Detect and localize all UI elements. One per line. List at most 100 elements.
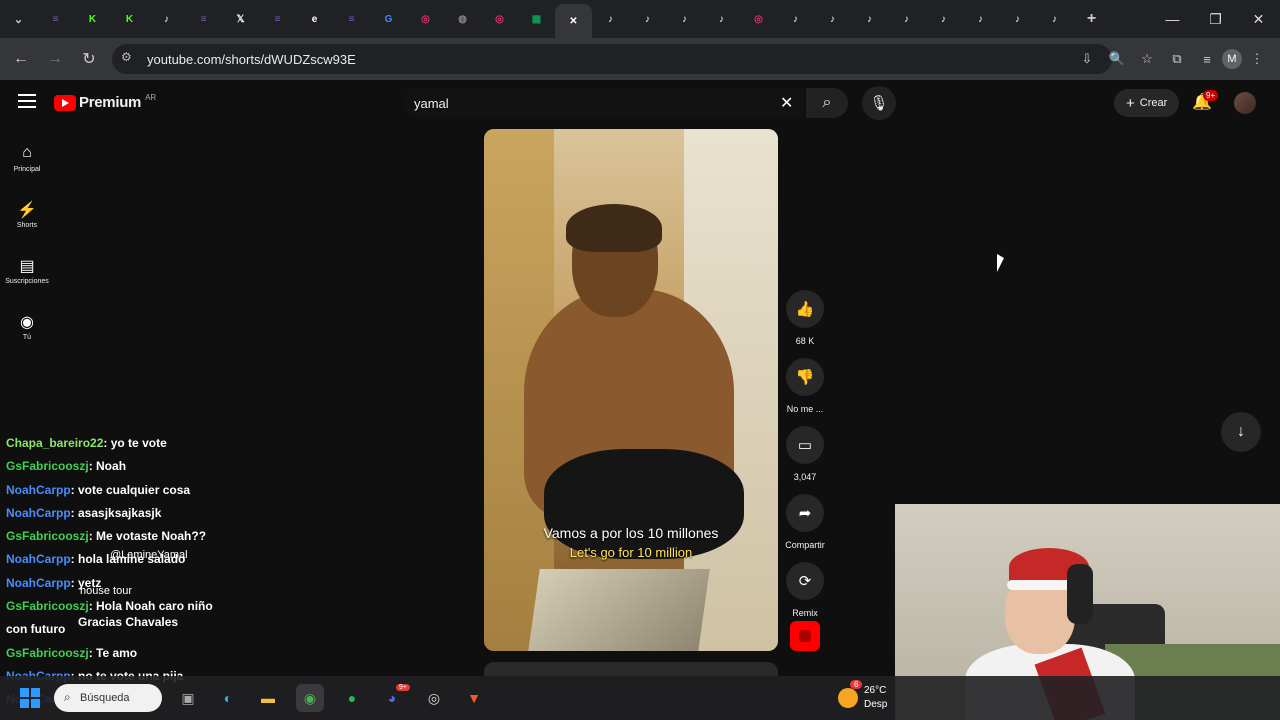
- spotify-icon[interactable]: ●: [338, 684, 366, 712]
- remix-action: ⟳ Remix: [782, 562, 828, 618]
- media-control-icon[interactable]: ≡: [1192, 44, 1222, 74]
- browser-tab[interactable]: ♪: [851, 4, 888, 34]
- browser-tab[interactable]: ♪: [962, 4, 999, 34]
- chat-text: : yo te vote: [103, 436, 167, 450]
- address-bar[interactable]: youtube.com/shorts/dWUDZscw93E: [112, 44, 1112, 74]
- browser-tab[interactable]: G: [370, 4, 407, 34]
- browser-tab[interactable]: ▦: [518, 4, 555, 34]
- browser-tab[interactable]: ◎: [407, 4, 444, 34]
- share-label: Compartir: [785, 540, 825, 550]
- chat-text: : Te amo: [88, 645, 138, 660]
- chat-message: NoahCarpp: yetz: [0, 576, 300, 599]
- task-view-icon[interactable]: ▣: [174, 684, 202, 712]
- browser-tab[interactable]: ♪: [1036, 4, 1073, 34]
- browser-menu-icon[interactable]: ⋮: [1242, 44, 1272, 74]
- dislike-action: 👎 No me ...: [782, 358, 828, 414]
- guide-item[interactable]: ◉ Tú: [0, 298, 54, 354]
- search-input[interactable]: yamal: [402, 88, 804, 118]
- site-info-icon[interactable]: ⚙: [121, 50, 132, 64]
- forward-button[interactable]: →: [38, 42, 72, 76]
- weather-widget[interactable]: 6 26°C Desp: [838, 680, 888, 712]
- voice-search-button[interactable]: 🎙: [862, 86, 896, 120]
- zoom-icon[interactable]: 🔍: [1102, 44, 1132, 74]
- chrome-icon[interactable]: ◉: [296, 684, 324, 712]
- comment-count: 3,047: [793, 472, 817, 482]
- browser-tab[interactable]: ♪: [925, 4, 962, 34]
- overlay-gracias-text: Gracias Chavales: [78, 615, 179, 629]
- profile-avatar[interactable]: M: [1222, 49, 1242, 69]
- browser-tab[interactable]: ◎: [740, 4, 777, 34]
- browser-tab[interactable]: ♪: [148, 4, 185, 34]
- guide-item[interactable]: ▤ Suscripciones: [0, 242, 54, 298]
- next-short-button[interactable]: ↓: [1221, 412, 1261, 452]
- browser-tab[interactable]: e: [296, 4, 333, 34]
- next-short-preview[interactable]: [484, 662, 778, 676]
- browser-tab[interactable]: ♪: [592, 4, 629, 34]
- bookmark-star-icon[interactable]: ☆: [1132, 44, 1162, 74]
- search-icon: ⌕: [64, 690, 71, 704]
- browser-tab[interactable]: ♪: [777, 4, 814, 34]
- hamburger-menu-icon[interactable]: [18, 94, 36, 108]
- video-play-button-plaque: [528, 569, 710, 651]
- taskbar-search[interactable]: ⌕ Búsqueda: [54, 684, 162, 712]
- browser-tab[interactable]: ≡: [37, 4, 74, 34]
- browser-tab[interactable]: ✕: [555, 4, 592, 38]
- browser-tab[interactable]: ◎: [481, 4, 518, 34]
- comments-button[interactable]: ▭: [786, 426, 824, 464]
- dislike-button[interactable]: 👎: [786, 358, 824, 396]
- short-video-player[interactable]: Vamos a por los 10 millones Let's go for…: [484, 129, 778, 651]
- share-button[interactable]: ➦: [786, 494, 824, 532]
- close-window-button[interactable]: ✕: [1237, 0, 1280, 38]
- create-button[interactable]: + Crear: [1114, 89, 1180, 117]
- search-value: yamal: [414, 95, 449, 111]
- obs-icon[interactable]: ◎: [420, 684, 448, 712]
- browser-tab[interactable]: K: [111, 4, 148, 34]
- youtube-premium-logo[interactable]: Premium AR: [54, 93, 157, 111]
- browser-tab[interactable]: ♪: [814, 4, 851, 34]
- back-button[interactable]: ←: [4, 42, 38, 76]
- weather-badge: 6: [850, 680, 863, 689]
- windows-start-icon[interactable]: [20, 688, 40, 708]
- arrow-down-icon: ↓: [1237, 423, 1245, 440]
- guide-item[interactable]: ⌂ Principal: [0, 130, 54, 186]
- brave-icon[interactable]: ▼: [460, 684, 488, 712]
- weather-text: Desp: [864, 699, 888, 710]
- guide-item[interactable]: ⚡ Shorts: [0, 186, 54, 242]
- edge-icon[interactable]: ◐: [214, 684, 242, 712]
- reload-button[interactable]: ↻: [72, 42, 106, 76]
- toolbar-actions: ⇩ 🔍 ☆ ⧉ ≡ M ⋮: [1072, 44, 1272, 74]
- browser-tab[interactable]: ♪: [999, 4, 1036, 34]
- browser-tab[interactable]: K: [74, 4, 111, 34]
- tab-search-button[interactable]: ⌄: [0, 4, 37, 34]
- new-tab-button[interactable]: +: [1073, 4, 1110, 34]
- browser-tab[interactable]: ♪: [666, 4, 703, 34]
- search-button[interactable]: ⌕: [806, 88, 848, 118]
- home-icon: ⌂: [22, 143, 32, 161]
- kick-icon: K: [125, 13, 134, 25]
- browser-tab[interactable]: 𝕏: [222, 4, 259, 34]
- install-app-icon[interactable]: ⇩: [1072, 44, 1102, 74]
- browser-tab[interactable]: ◍: [444, 4, 481, 34]
- restore-button[interactable]: ❐: [1194, 0, 1237, 38]
- minimize-button[interactable]: —: [1151, 0, 1194, 38]
- sound-thumbnail[interactable]: [790, 621, 820, 651]
- remix-icon: ⟳: [798, 573, 812, 590]
- plus-icon: +: [1086, 10, 1097, 27]
- remix-button[interactable]: ⟳: [786, 562, 824, 600]
- file-explorer-icon[interactable]: ▬: [254, 684, 282, 712]
- account-avatar[interactable]: [1234, 92, 1256, 114]
- microphone-icon: 🎙: [869, 95, 889, 112]
- clear-search-icon[interactable]: ✕: [780, 93, 793, 113]
- browser-tab[interactable]: ♪: [629, 4, 666, 34]
- like-button[interactable]: 👍: [786, 290, 824, 328]
- discord-badge: 9+: [396, 684, 410, 691]
- browser-tab[interactable]: ≡: [259, 4, 296, 34]
- region-code: AR: [145, 93, 157, 102]
- tiktok-icon: ♪: [830, 13, 835, 25]
- browser-tab[interactable]: ≡: [333, 4, 370, 34]
- browser-tab[interactable]: ♪: [888, 4, 925, 34]
- extensions-icon[interactable]: ⧉: [1162, 44, 1192, 74]
- browser-tab[interactable]: ≡: [185, 4, 222, 34]
- overlay-tour-text: house tour: [80, 585, 132, 597]
- browser-tab[interactable]: ♪: [703, 4, 740, 34]
